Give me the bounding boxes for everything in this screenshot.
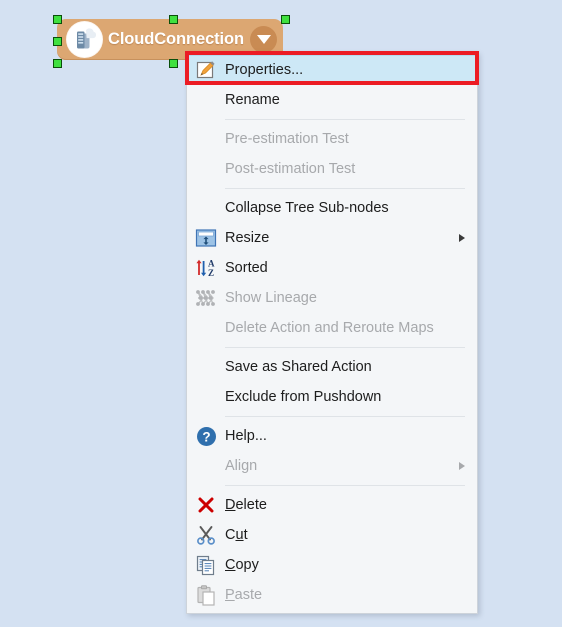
menu-item-label: Help...	[225, 428, 267, 444]
menu-item-align: Align	[187, 451, 477, 481]
menu-separator	[225, 416, 465, 417]
menu-item-label: Resize	[225, 230, 270, 246]
paste-icon	[187, 580, 225, 610]
menu-separator	[225, 119, 465, 120]
menu-item-label: Copy	[225, 557, 259, 573]
menu-icon-placeholder	[187, 352, 225, 382]
resize-handle-bottom-center[interactable]	[169, 59, 178, 68]
lineage-icon	[187, 283, 225, 313]
menu-item-label: Paste	[225, 587, 263, 603]
resize-handle-top-left[interactable]	[53, 15, 62, 24]
submenu-arrow-icon	[459, 234, 465, 242]
menu-icon-placeholder	[187, 382, 225, 412]
svg-text:Z: Z	[208, 268, 214, 278]
menu-item-label: Rename	[225, 92, 280, 108]
resize-handle-bottom-left[interactable]	[53, 59, 62, 68]
resize-handle-top-right[interactable]	[281, 15, 290, 24]
menu-icon-placeholder	[187, 313, 225, 343]
context-menu[interactable]: Properties... Rename Pre-estimation Test Po…	[186, 52, 478, 614]
menu-item-label: Exclude from Pushdown	[225, 389, 382, 405]
menu-item-save-as-shared-action[interactable]: Save as Shared Action	[187, 352, 477, 382]
menu-item-collapse-tree-sub-nodes[interactable]: Collapse Tree Sub-nodes	[187, 193, 477, 223]
menu-item-label: Delete	[225, 497, 267, 513]
chevron-down-glyph	[256, 35, 271, 44]
help-icon: ?	[187, 421, 225, 451]
menu-item-pre-estimation-test: Pre-estimation Test	[187, 124, 477, 154]
menu-item-resize[interactable]: Resize	[187, 223, 477, 253]
chevron-down-icon[interactable]	[250, 26, 277, 53]
menu-item-label: Sorted	[225, 260, 268, 276]
menu-item-help[interactable]: ? Help...	[187, 421, 477, 451]
resize-handle-top-center[interactable]	[169, 15, 178, 24]
copy-icon	[187, 550, 225, 580]
svg-text:A: A	[208, 259, 215, 269]
sort-az-icon: AZ	[187, 253, 225, 283]
menu-separator	[225, 485, 465, 486]
menu-separator	[225, 347, 465, 348]
edit-properties-icon	[187, 55, 225, 85]
menu-item-sorted[interactable]: A Z Sorted	[187, 253, 477, 283]
menu-item-cut[interactable]: Cut	[187, 520, 477, 550]
menu-item-delete[interactable]: Delete	[187, 490, 477, 520]
menu-separator	[225, 188, 465, 189]
resize-handle-middle-left[interactable]	[53, 37, 62, 46]
menu-item-exclude-from-pushdown[interactable]: Exclude from Pushdown	[187, 382, 477, 412]
menu-icon-placeholder	[187, 451, 225, 481]
menu-item-label: Delete Action and Reroute Maps	[225, 320, 434, 336]
menu-item-post-estimation-test: Post-estimation Test	[187, 154, 477, 184]
menu-item-paste: Paste	[187, 580, 477, 610]
cloud-connection-icon	[67, 22, 102, 57]
menu-item-rename[interactable]: Rename	[187, 85, 477, 115]
menu-icon-placeholder	[187, 154, 225, 184]
menu-item-delete-action-and-reroute-maps: Delete Action and Reroute Maps	[187, 313, 477, 343]
scissors-icon	[187, 520, 225, 550]
menu-item-label: Pre-estimation Test	[225, 131, 349, 147]
menu-item-label: Collapse Tree Sub-nodes	[225, 200, 389, 216]
delete-x-icon	[187, 490, 225, 520]
menu-item-label: Post-estimation Test	[225, 161, 356, 177]
menu-item-label: Properties...	[225, 62, 304, 78]
menu-item-show-lineage: Show Lineage	[187, 283, 477, 313]
menu-item-copy[interactable]: Copy	[187, 550, 477, 580]
menu-icon-placeholder	[187, 85, 225, 115]
menu-item-label: Save as Shared Action	[225, 359, 372, 375]
menu-icon-placeholder	[187, 124, 225, 154]
svg-text:?: ?	[202, 429, 210, 444]
menu-item-label: Cut	[225, 527, 248, 543]
menu-item-label: Show Lineage	[225, 290, 317, 306]
menu-item-label: Align	[225, 458, 258, 474]
menu-icon-placeholder	[187, 193, 225, 223]
resize-icon	[187, 223, 225, 253]
submenu-arrow-icon	[459, 462, 465, 470]
menu-item-properties[interactable]: Properties...	[187, 55, 477, 85]
